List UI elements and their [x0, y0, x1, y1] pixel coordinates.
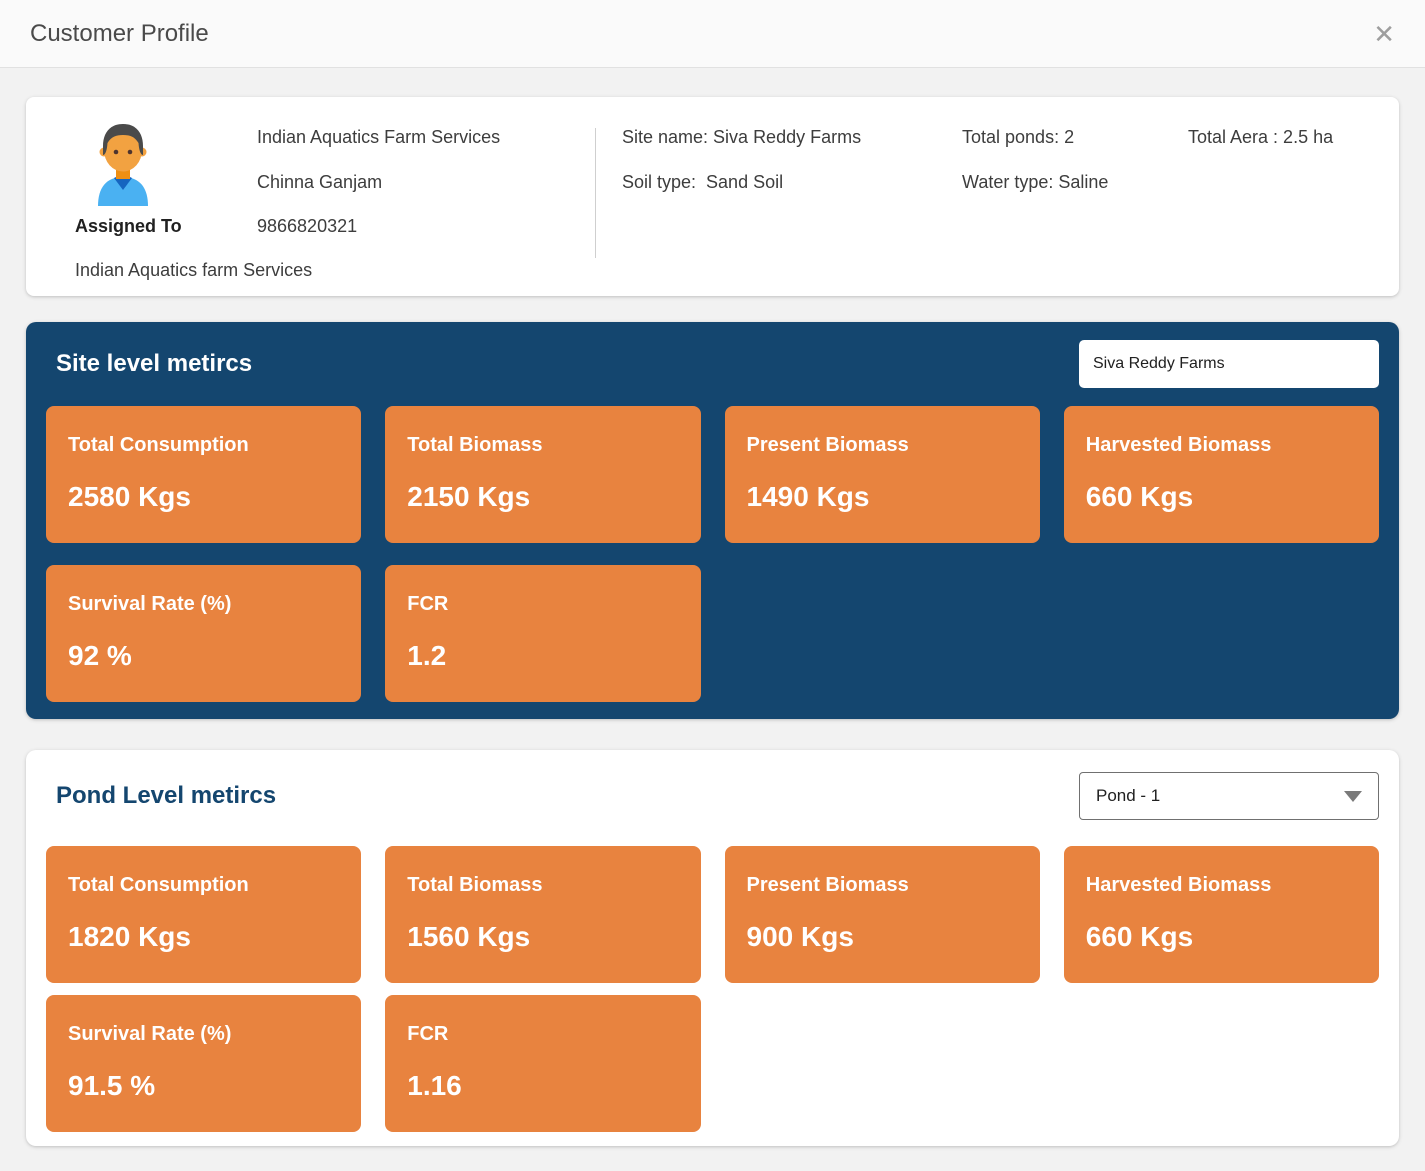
metric-value: 1.16 [407, 1069, 678, 1103]
metric-card-survival-rate: Survival Rate (%) 92 % [46, 565, 361, 702]
vertical-divider [595, 128, 596, 258]
customer-profile-card: Assigned To Indian Aquatics farm Service… [26, 97, 1399, 296]
person-icon [95, 122, 151, 206]
metric-value: 660 Kgs [1086, 480, 1357, 514]
metric-card-present-biomass: Present Biomass 900 Kgs [725, 846, 1040, 983]
customer-location: Chinna Ganjam [257, 170, 382, 194]
metric-value: 1.2 [407, 639, 678, 673]
site-panel-title: Site level metircs [46, 350, 252, 378]
site-panel-header: Site level metircs [46, 340, 1379, 388]
total-area: Total Aera : 2.5 ha [1188, 125, 1333, 149]
page-title: Customer Profile [30, 20, 209, 48]
metric-label: Present Biomass [747, 432, 1018, 458]
metric-label: Total Biomass [407, 872, 678, 898]
metric-card-total-consumption: Total Consumption 1820 Kgs [46, 846, 361, 983]
metric-label: Present Biomass [747, 872, 1018, 898]
metric-value: 1820 Kgs [68, 920, 339, 954]
site-metric-cards: Total Consumption 2580 Kgs Total Biomass… [46, 406, 1379, 702]
metric-label: Total Consumption [68, 432, 339, 458]
modal-header: Customer Profile ✕ [0, 0, 1425, 68]
metric-card-present-biomass: Present Biomass 1490 Kgs [725, 406, 1040, 543]
pond-metric-cards: Total Consumption 1820 Kgs Total Biomass… [46, 846, 1379, 1132]
metric-label: Harvested Biomass [1086, 432, 1357, 458]
metric-label: FCR [407, 591, 678, 617]
assigned-to-label: Assigned To [75, 214, 182, 238]
pond-level-metrics-panel: Pond Level metircs Pond - 1 Total Consum… [26, 750, 1399, 1146]
metric-label: FCR [407, 1021, 678, 1047]
metric-value: 900 Kgs [747, 920, 1018, 954]
metric-value: 660 Kgs [1086, 920, 1357, 954]
modal-body: Assigned To Indian Aquatics farm Service… [0, 68, 1425, 1146]
metric-value: 1490 Kgs [747, 480, 1018, 514]
close-icon[interactable]: ✕ [1369, 19, 1399, 49]
metric-card-total-consumption: Total Consumption 2580 Kgs [46, 406, 361, 543]
chevron-down-icon [1344, 791, 1362, 802]
soil-type: Soil type: Sand Soil [622, 170, 783, 194]
metric-label: Survival Rate (%) [68, 1021, 339, 1047]
customer-phone: 9866820321 [257, 214, 357, 238]
metric-value: 2580 Kgs [68, 480, 339, 514]
metric-label: Survival Rate (%) [68, 591, 339, 617]
metric-label: Total Consumption [68, 872, 339, 898]
metric-label: Total Biomass [407, 432, 678, 458]
site-name: Site name: Siva Reddy Farms [622, 125, 861, 149]
pond-select-value: Pond - 1 [1096, 786, 1160, 806]
pond-panel-header: Pond Level metircs Pond - 1 [46, 772, 1379, 820]
metric-card-survival-rate: Survival Rate (%) 91.5 % [46, 995, 361, 1132]
site-level-metrics-panel: Site level metircs Total Consumption 258… [26, 322, 1399, 719]
metric-value: 2150 Kgs [407, 480, 678, 514]
metric-card-fcr: FCR 1.2 [385, 565, 700, 702]
pond-select[interactable]: Pond - 1 [1079, 772, 1379, 820]
metric-label: Harvested Biomass [1086, 872, 1357, 898]
metric-value: 92 % [68, 639, 339, 673]
assigned-to-value: Indian Aquatics farm Services [75, 258, 312, 282]
customer-name: Indian Aquatics Farm Services [257, 125, 500, 149]
pond-panel-title: Pond Level metircs [46, 782, 276, 810]
metric-card-total-biomass: Total Biomass 1560 Kgs [385, 846, 700, 983]
total-ponds: Total ponds: 2 [962, 125, 1074, 149]
metric-value: 91.5 % [68, 1069, 339, 1103]
metric-card-total-biomass: Total Biomass 2150 Kgs [385, 406, 700, 543]
metric-card-harvested-biomass: Harvested Biomass 660 Kgs [1064, 406, 1379, 543]
site-name-input[interactable] [1079, 340, 1379, 388]
water-type: Water type: Saline [962, 170, 1108, 194]
metric-card-harvested-biomass: Harvested Biomass 660 Kgs [1064, 846, 1379, 983]
metric-value: 1560 Kgs [407, 920, 678, 954]
avatar [95, 122, 151, 206]
metric-card-fcr: FCR 1.16 [385, 995, 700, 1132]
